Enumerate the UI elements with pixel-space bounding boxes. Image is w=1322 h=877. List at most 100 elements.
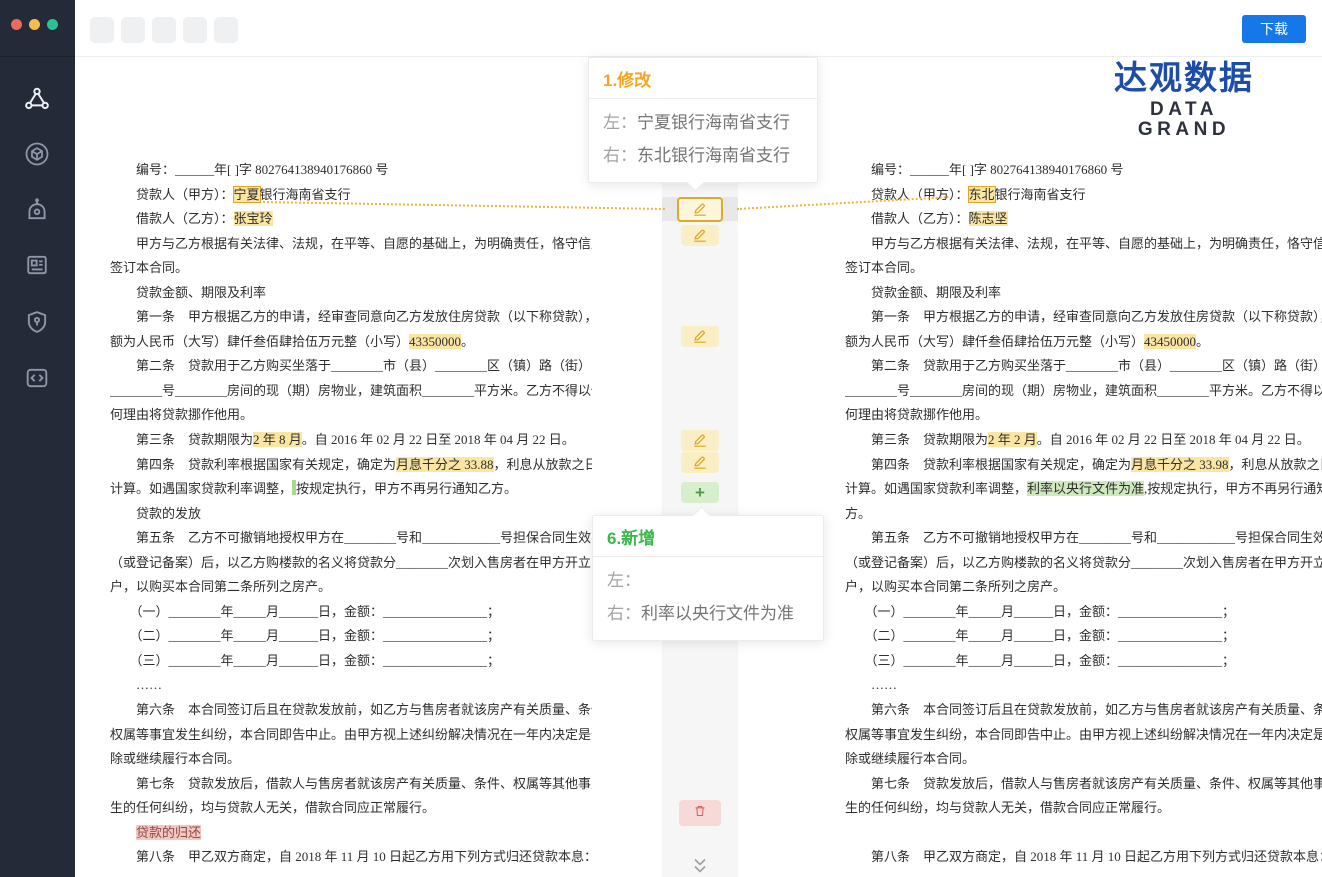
minimize-window-button[interactable] [29, 19, 40, 30]
doc-line: 第二条 贷款用于乙方购买坐落于________市（县）________区（镇）路… [110, 354, 592, 379]
diff-marker-edit[interactable] [681, 326, 719, 347]
doc-line: 第一条 甲方根据乙方的申请，经审查同意向乙方发放住房贷款（以下称贷款），金 [110, 305, 592, 330]
diff-highlight: 东北 [969, 187, 995, 202]
sidebar-item-code-icon[interactable] [23, 364, 51, 392]
close-window-button[interactable] [11, 19, 22, 30]
tooltip-title: 6.新增 [593, 516, 823, 557]
diff-marker-edit[interactable] [681, 225, 719, 246]
document-right: 编号：______年[ ]字 802764138940176860 号 贷款人（… [845, 158, 1322, 877]
trash-icon [692, 804, 709, 822]
tooltip-row-right: 右：东北银行海南省支行 [603, 139, 803, 172]
brand-logo: 达观数据 DATA GRAND [1102, 60, 1266, 140]
doc-line: 贷款金额、期限及利率 [845, 281, 1322, 306]
doc-line: 第四条 贷款利率根据国家有关规定，确定为月息千分之 33.88，利息从放款之日起 [110, 453, 592, 478]
window-controls [0, 0, 75, 57]
doc-line: 何理由将贷款挪作他用。 [110, 403, 592, 428]
pencil-icon [692, 330, 708, 344]
diff-highlight: 宁夏 [234, 187, 260, 202]
doc-line: 第五条 乙方不可撤销地授权甲方在________号和____________号担… [110, 526, 592, 551]
doc-line: 甲方与乙方根据有关法律、法规，在平等、自愿的基础上，为明确责任，恪守信用， [110, 232, 592, 257]
sidebar-item-graph-network-icon[interactable] [23, 85, 51, 113]
diff-highlight: 张宝玲 [234, 211, 273, 226]
toolbar-placeholder [90, 17, 114, 43]
pencil-icon [692, 203, 708, 217]
doc-line: 权属等事宜发生纠纷，本合同即告中止。由甲方视上述纠纷解决情况在一年内决定是否解 [845, 723, 1322, 748]
doc-line: （一）________年_____月______日，金额：___________… [845, 600, 1322, 625]
doc-line: …… [845, 673, 1322, 698]
doc-line: 第四条 贷款利率根据国家有关规定，确定为月息千分之 33.98，利息从放款之日起 [845, 453, 1322, 478]
doc-line: 计算。如遇国家贷款利率调整，利率以央行文件为准,按规定执行，甲方不再另行通知乙 [845, 477, 1322, 502]
doc-line: 第七条 贷款发放后，借款人与售房者就该房产有关质量、条件、权属等其他事宜发 [845, 772, 1322, 797]
diff-highlight: 月息千分之 33.88 [396, 457, 494, 472]
sidebar-item-shield-key-icon[interactable] [23, 308, 51, 336]
sidebar-item-cube-icon[interactable] [23, 140, 51, 168]
doc-line: 借款人（乙方）：张宝玲 [110, 207, 592, 232]
doc-line: 第七条 贷款发放后，借款人与售房者就该房产有关质量、条件、权属等其他事宜发 [110, 772, 592, 797]
doc-line: （二）________年_____月______日，金额：___________… [845, 624, 1322, 649]
diff-highlight: 陈志坚 [969, 211, 1008, 226]
doc-line: 编号：______年[ ]字 802764138940176860 号 [110, 158, 592, 183]
tooltip-row-left: 左： [607, 564, 809, 597]
diff-highlight: 43350000 [409, 334, 461, 349]
diff-tooltip-modify: 1.修改 左：宁夏银行海南省支行 右：东北银行海南省支行 [588, 57, 818, 183]
doc-line: ________号________房间的现（期）房物业，建筑面积________… [110, 379, 592, 404]
doc-line: 第八条 甲乙双方商定，自 2018 年 11 月 10 日起乙方用下列方式归还贷… [110, 845, 592, 870]
diff-highlight: 利率以央行文件为准 [1027, 481, 1144, 496]
doc-line: …… [110, 673, 592, 698]
diff-marker-edit[interactable] [681, 430, 719, 451]
doc-line: （一）________年_____月______日，金额：___________… [110, 600, 592, 625]
diff-marker-add[interactable]: + [681, 482, 719, 503]
doc-line: 贷款的发放 [110, 502, 592, 527]
download-button[interactable]: 下载 [1242, 15, 1306, 43]
doc-line [845, 821, 1322, 846]
doc-line: ________号________房间的现（期）房物业，建筑面积________… [845, 379, 1322, 404]
toolbar-placeholder [214, 17, 238, 43]
document-left: 编号：______年[ ]字 802764138940176860 号 贷款人（… [110, 158, 592, 877]
doc-line: 第二条 贷款用于乙方购买坐落于________市（县）________区（镇）路… [845, 354, 1322, 379]
doc-line: 第三条 贷款期限为2 年 2 月。自 2016 年 02 月 22 日至 201… [845, 428, 1322, 453]
brand-logo-en: DATA GRAND [1102, 100, 1266, 140]
pencil-icon [692, 456, 708, 470]
doc-line: （或登记备案）后，以乙方购楼款的名义将贷款分________次划入售房者在甲方开… [845, 551, 1322, 576]
app-sidebar [0, 0, 75, 877]
doc-line: 方。 [845, 502, 1322, 527]
toolbar-placeholder [183, 17, 207, 43]
doc-line: （三）________年_____月______日，金额：___________… [845, 649, 1322, 674]
pencil-icon [692, 434, 708, 448]
doc-line: 计算。如遇国家贷款利率调整，按规定执行，甲方不再另行通知乙方。 [110, 477, 592, 502]
doc-line: 何理由将贷款挪作他用。 [845, 403, 1322, 428]
pencil-icon [692, 229, 708, 243]
diff-highlight: 43450000 [1144, 334, 1196, 349]
sidebar-item-robot-icon[interactable] [23, 196, 51, 224]
doc-line: 签订本合同。 [845, 256, 1322, 281]
doc-line: 额为人民币（大写）肆仟叁佰肆拾伍万元整（小写）43350000。 [110, 330, 592, 355]
doc-line: 户，以购买本合同第二条所列之房产。 [845, 575, 1322, 600]
doc-line: 第六条 本合同签订后且在贷款发放前，如乙方与售房者就该房产有关质量、条件、 [110, 698, 592, 723]
diff-highlight: 2 年 8 月 [253, 432, 302, 447]
diff-highlight: 2 年 2 月 [988, 432, 1037, 447]
chevron-double-down-icon[interactable] [688, 858, 712, 874]
diff-highlight: 贷款的归还 [136, 825, 201, 840]
doc-line: 额为人民币（大写）肆仟叁佰肆拾伍万元整（小写）43450000。 [845, 330, 1322, 355]
doc-line: （二）________年_____月______日，金额：___________… [110, 624, 592, 649]
doc-line: （三）________年_____月______日，金额：___________… [110, 649, 592, 674]
doc-line: 签订本合同。 [110, 256, 592, 281]
diff-marker-edit[interactable] [681, 452, 719, 473]
toolbar-placeholder [121, 17, 145, 43]
sidebar-item-document-card-icon[interactable] [23, 251, 51, 279]
top-toolbar: 下载 [75, 0, 1322, 57]
doc-line: 第六条 本合同签订后且在贷款发放前，如乙方与售房者就该房产有关质量、条件、 [845, 698, 1322, 723]
doc-line: 贷款人（甲方）：东北银行海南省支行 [845, 183, 1322, 208]
doc-line: 贷款金额、期限及利率 [110, 281, 592, 306]
doc-line: 户，以购买本合同第二条所列之房产。 [110, 575, 592, 600]
doc-line: 除或继续履行本合同。 [110, 747, 592, 772]
diff-highlight: 月息千分之 33.98 [1131, 457, 1229, 472]
diff-marker-edit-active[interactable] [677, 197, 723, 222]
zoom-window-button[interactable] [47, 19, 58, 30]
doc-line: 甲方与乙方根据有关法律、法规，在平等、自愿的基础上，为明确责任，恪守信用， [845, 232, 1322, 257]
doc-line: 生的任何纠纷，均与贷款人无关，借款合同应正常履行。 [110, 796, 592, 821]
diff-marker-del[interactable] [679, 800, 721, 826]
toolbar-placeholder [152, 17, 176, 43]
doc-line: 借款人（乙方）：陈志坚 [845, 207, 1322, 232]
brand-logo-cn: 达观数据 [1102, 60, 1266, 96]
